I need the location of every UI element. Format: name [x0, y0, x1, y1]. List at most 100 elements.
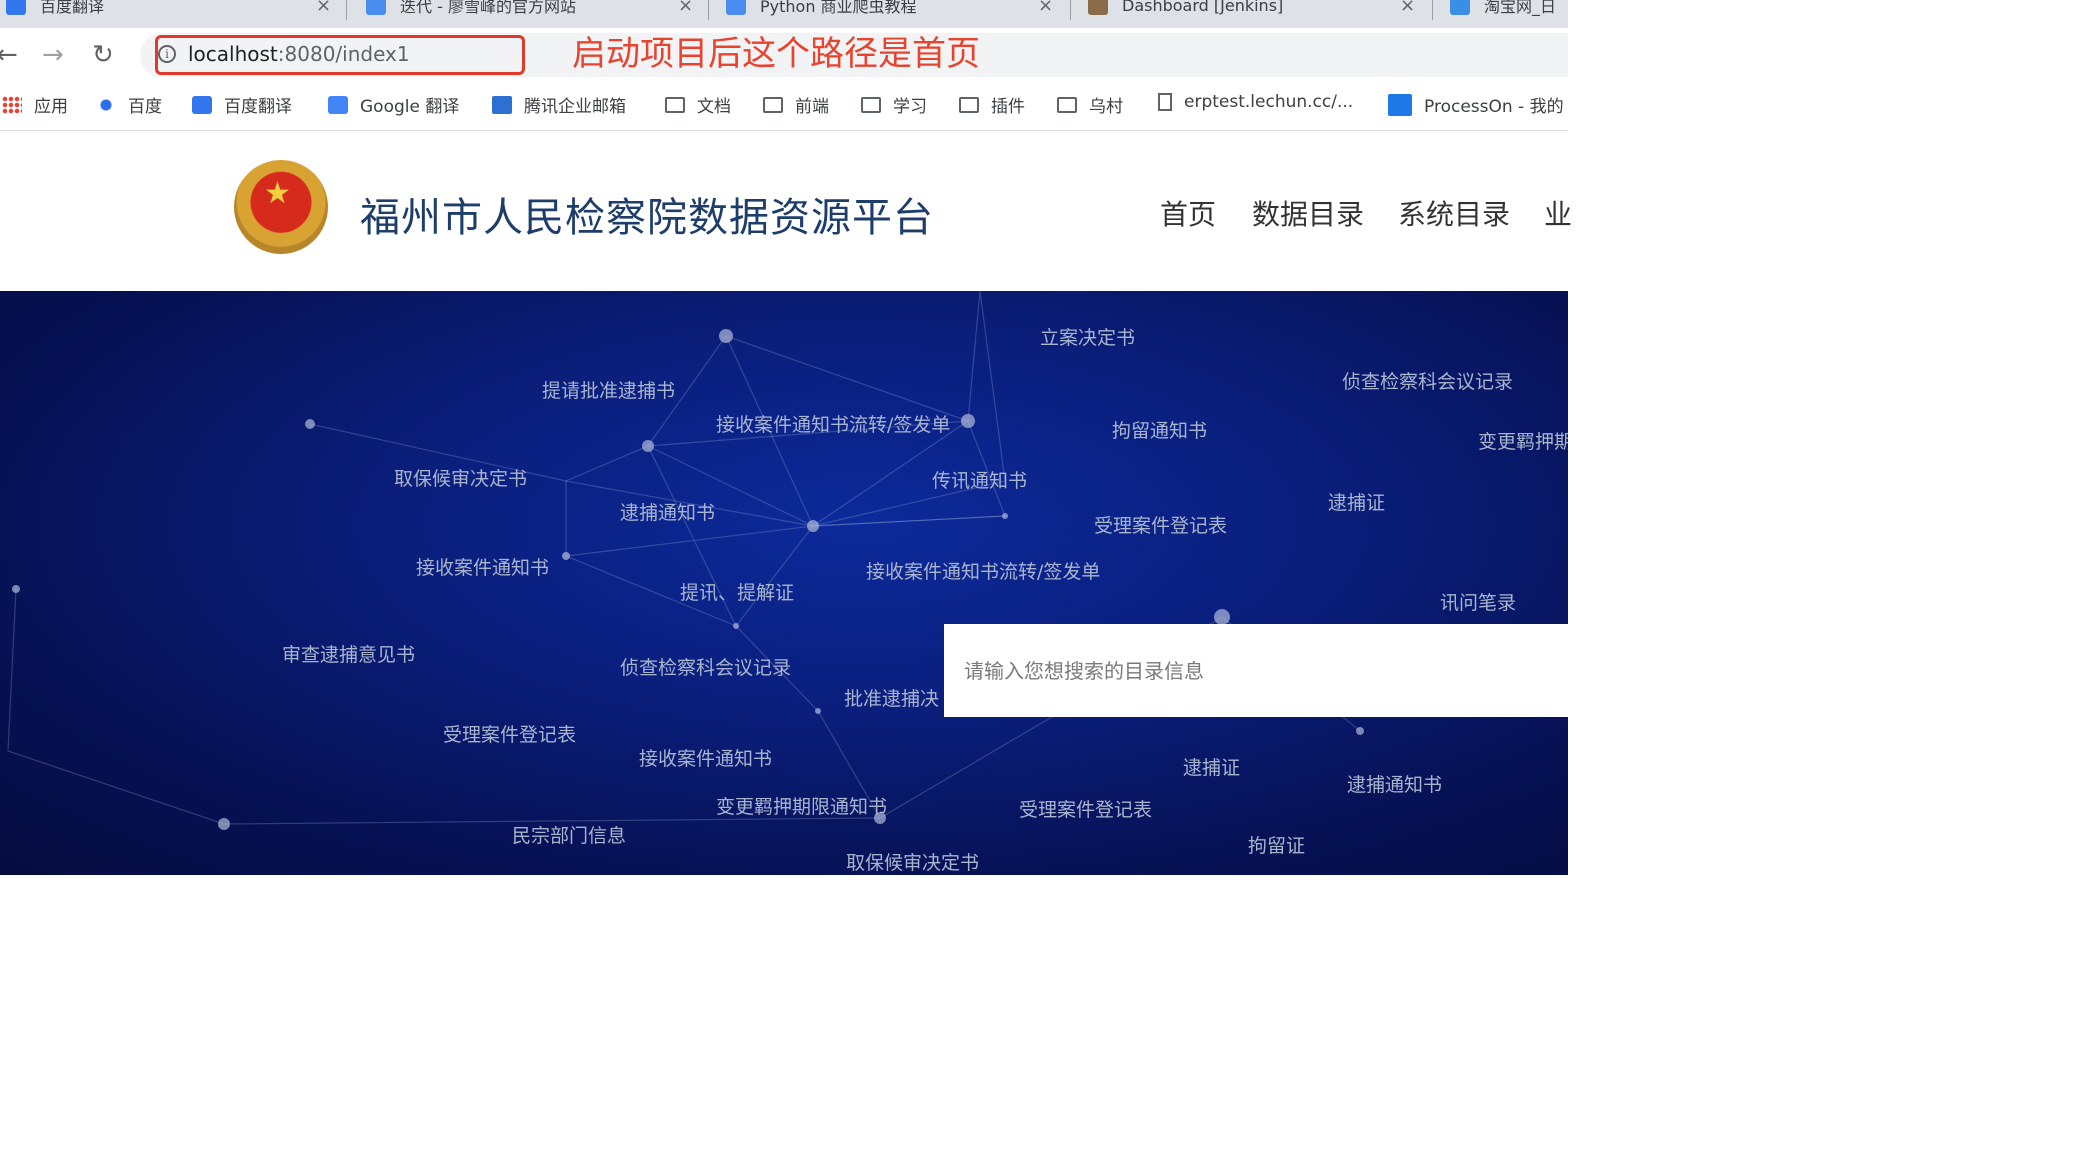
annotation-text: 启动项目后这个路径是首页 — [572, 34, 980, 74]
bookmark-folder-study[interactable]: 学习 — [861, 92, 927, 117]
bookmark-erptest[interactable]: erptest.lechun.cc/... — [1158, 92, 1353, 112]
reload-button[interactable]: ↻ — [92, 40, 114, 70]
bookmark-label: 百度 — [128, 97, 162, 117]
url-path: :8080/index1 — [277, 42, 410, 66]
folder-icon — [1057, 96, 1077, 113]
keyword[interactable]: 批准逮捕决 — [844, 684, 939, 711]
bookmark-label: 前端 — [795, 97, 829, 117]
bookmark-folder-frontend[interactable]: 前端 — [763, 92, 829, 117]
keyword[interactable]: 讯问笔录 — [1440, 588, 1516, 615]
tab-baidu-fanyi[interactable]: 百度翻译 × — [6, 0, 331, 20]
back-button[interactable]: ← — [0, 40, 18, 70]
hero-banner: 立案决定书 侦查检察科会议记录 提请批准逮捕书 接收案件通知书流转/签发单 拘留… — [0, 291, 1568, 875]
close-tab-icon[interactable]: × — [1400, 0, 1415, 16]
keyword[interactable]: 受理案件登记表 — [1094, 511, 1227, 538]
keyword[interactable]: 拘留通知书 — [1112, 416, 1207, 443]
forward-button[interactable]: → — [42, 40, 64, 70]
jenkins-icon — [1088, 0, 1108, 15]
keyword[interactable]: 接收案件通知书流转/签发单 — [866, 557, 1100, 584]
close-tab-icon[interactable]: × — [1038, 0, 1053, 16]
keyword[interactable]: 侦查检察科会议记录 — [620, 653, 791, 680]
tab-separator — [708, 0, 709, 20]
keyword[interactable]: 传讯通知书 — [932, 466, 1027, 493]
tab-separator — [346, 0, 347, 20]
bookmark-google-translate[interactable]: Google 翻译 — [328, 92, 459, 117]
keyword[interactable]: 民宗部门信息 — [512, 821, 626, 848]
mail-icon — [492, 95, 512, 114]
baidu-paw-icon — [96, 95, 116, 114]
apps-grid-icon — [2, 95, 22, 114]
bookmark-label: erptest.lechun.cc/... — [1184, 92, 1354, 112]
bookmark-label: 插件 — [991, 97, 1025, 117]
tab-separator — [1070, 0, 1071, 20]
info-icon[interactable]: i — [158, 45, 176, 63]
bookmark-label: 文档 — [697, 97, 731, 117]
processon-icon — [1388, 93, 1412, 116]
nav-home[interactable]: 首页 — [1160, 193, 1216, 233]
site-title: 福州市人民检察院数据资源平台 — [360, 195, 934, 241]
keyword[interactable]: 审查逮捕意见书 — [282, 640, 415, 667]
keyword[interactable]: 取保候审决定书 — [846, 848, 979, 875]
tab-label: 淘宝网_日 — [1484, 0, 1557, 16]
keyword[interactable]: 侦查检察科会议记录 — [1342, 367, 1513, 394]
folder-icon — [959, 96, 979, 113]
nav-data-catalog[interactable]: 数据目录 — [1252, 193, 1364, 233]
bookmark-baidu[interactable]: 百度 — [96, 92, 162, 117]
bookmark-label: 百度翻译 — [224, 97, 292, 117]
close-tab-icon[interactable]: × — [316, 0, 331, 16]
keyword[interactable]: 立案决定书 — [1040, 323, 1135, 350]
nav-system-catalog[interactable]: 系统目录 — [1398, 193, 1510, 233]
tab-python-course[interactable]: Python 商业爬虫教程 × — [726, 0, 1053, 20]
keyword[interactable]: 接收案件通知书 — [416, 553, 549, 580]
nav-business[interactable]: 业 — [1544, 193, 1572, 233]
keyword[interactable]: 取保候审决定书 — [394, 464, 527, 491]
keyword[interactable]: 受理案件登记表 — [443, 720, 576, 747]
keyword[interactable]: 拘留证 — [1248, 831, 1305, 858]
emblem-star-icon: ★ — [264, 176, 291, 211]
taobao-icon — [1450, 0, 1470, 15]
tab-jenkins[interactable]: Dashboard [Jenkins] × — [1088, 0, 1415, 20]
bookmark-tencent-mail[interactable]: 腾讯企业邮箱 — [492, 92, 626, 117]
keyword[interactable]: 变更羁押期限通知书 — [716, 792, 887, 819]
search-input[interactable] — [962, 648, 1556, 694]
bookmark-label: ProcessOn - 我的 — [1424, 97, 1564, 117]
tab-liaoxuefeng[interactable]: 迭代 - 廖雪峰的官方网站 × — [366, 0, 693, 20]
folder-icon — [665, 96, 685, 113]
keyword[interactable]: 逮捕通知书 — [620, 498, 715, 525]
bookmark-label: 应用 — [34, 97, 68, 117]
keyword[interactable]: 提讯、提解证 — [680, 578, 794, 605]
bookmark-folder-plugins[interactable]: 插件 — [959, 92, 1025, 117]
bookmark-apps[interactable]: 应用 — [2, 92, 68, 117]
bookmark-folder-docs[interactable]: 文档 — [665, 92, 731, 117]
keyword[interactable]: 逮捕证 — [1183, 753, 1240, 780]
bookmark-label: 学习 — [893, 97, 927, 117]
bookmark-label: 腾讯企业邮箱 — [524, 97, 626, 117]
translate-icon — [192, 95, 212, 114]
bookmark-processon[interactable]: ProcessOn - 我的 — [1388, 92, 1564, 117]
keyword[interactable]: 受理案件登记表 — [1019, 795, 1152, 822]
keyword[interactable]: 接收案件通知书 — [639, 744, 772, 771]
address-url[interactable]: localhost:8080/index1 — [188, 42, 410, 66]
folder-icon — [861, 96, 881, 113]
keyword[interactable]: 接收案件通知书流转/签发单 — [716, 410, 950, 437]
page-icon — [1158, 93, 1172, 111]
close-tab-icon[interactable]: × — [678, 0, 693, 16]
bookmark-baidu-fanyi[interactable]: 百度翻译 — [192, 92, 292, 117]
bookmark-folder-wucun[interactable]: 乌村 — [1057, 92, 1123, 117]
course-icon — [726, 0, 746, 15]
tab-label: 百度翻译 — [40, 0, 105, 16]
google-translate-icon — [328, 95, 348, 114]
tab-strip: 百度翻译 × 迭代 - 廖雪峰的官方网站 × Python 商业爬虫教程 × D… — [0, 0, 1568, 28]
keyword[interactable]: 变更羁押期 — [1478, 427, 1568, 454]
folder-icon — [763, 96, 783, 113]
tab-taobao[interactable]: 淘宝网_日 — [1450, 0, 1556, 20]
tab-label: Dashboard [Jenkins] — [1122, 0, 1284, 15]
baidu-fanyi-icon — [6, 0, 26, 15]
url-host: localhost — [188, 42, 278, 66]
keyword[interactable]: 逮捕通知书 — [1347, 770, 1442, 797]
tab-label: 迭代 - 廖雪峰的官方网站 — [400, 0, 576, 16]
tab-label: Python 商业爬虫教程 — [760, 0, 917, 16]
bookmark-label: Google 翻译 — [360, 97, 460, 117]
keyword[interactable]: 提请批准逮捕书 — [542, 376, 675, 403]
keyword[interactable]: 逮捕证 — [1328, 488, 1385, 515]
